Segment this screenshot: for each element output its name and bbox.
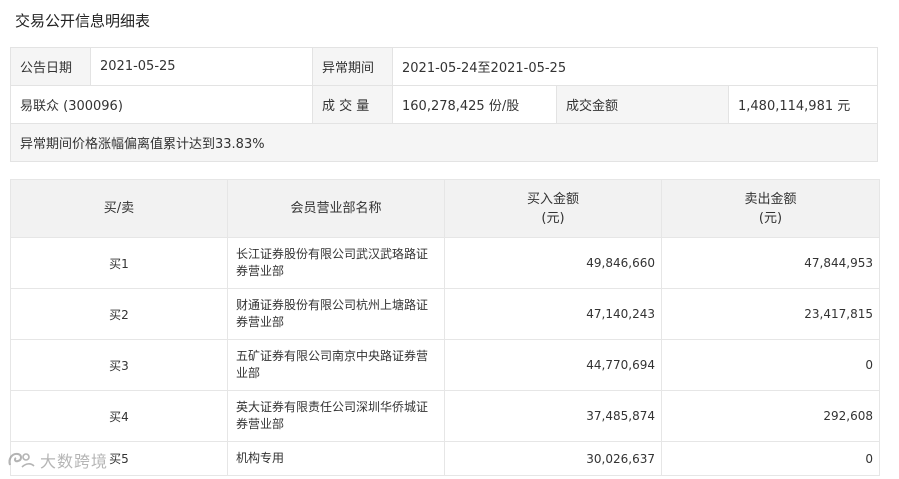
info-row-dates: 公告日期 2021-05-25 异常期间 2021-05-24至2021-05-… [11, 48, 877, 86]
row-side: 买5 [10, 441, 228, 476]
reason-text: 异常期间价格涨幅偏离值累计达到33.83% [11, 124, 877, 161]
info-panel: 公告日期 2021-05-25 异常期间 2021-05-24至2021-05-… [10, 47, 878, 162]
row-buy-amount: 49,846,660 [444, 237, 662, 289]
header-buy-amount-unit: (元) [541, 210, 565, 226]
header-sell-amount-line1: 卖出金额 [744, 191, 797, 207]
table-row: 买5 机构专用 30,026,637 0 [10, 441, 880, 476]
row-side: 买4 [10, 390, 228, 442]
header-buy-amount-line1: 买入金额 [526, 191, 579, 207]
amount-value: 1,480,114,981 元 [729, 86, 877, 123]
row-sell-amount: 292,608 [661, 390, 880, 442]
info-row-stats: 易联众 (300096) 成 交 量 160,278,425 份/股 成交金额 … [11, 86, 877, 124]
page-title: 交易公开信息明细表 [15, 12, 151, 30]
row-buy-amount: 30,026,637 [444, 441, 662, 476]
row-buy-amount: 44,770,694 [444, 339, 662, 391]
trade-detail-table: 买/卖 会员营业部名称 买入金额 (元) 卖出金额 (元) 买1 长江证券股份有… [10, 179, 880, 476]
table-row: 买2 财通证券股份有限公司杭州上塘路证券营业部 47,140,243 23,41… [10, 288, 880, 340]
row-sell-amount: 0 [661, 441, 880, 476]
announce-date-label: 公告日期 [11, 48, 91, 85]
volume-label: 成 交 量 [313, 86, 393, 123]
table-row: 买1 长江证券股份有限公司武汉武珞路证券营业部 49,846,660 47,84… [10, 237, 880, 289]
row-buy-amount: 47,140,243 [444, 288, 662, 340]
row-sell-amount: 0 [661, 339, 880, 391]
row-member: 财通证券股份有限公司杭州上塘路证券营业部 [227, 288, 445, 340]
header-side: 买/卖 [10, 179, 228, 238]
announce-date-value: 2021-05-25 [91, 48, 313, 85]
abnormal-period-value: 2021-05-24至2021-05-25 [393, 48, 877, 85]
header-sell-amount-unit: (元) [758, 210, 783, 226]
row-side: 买3 [10, 339, 228, 391]
stock-name: 易联众 (300096) [11, 86, 313, 123]
amount-label: 成交金额 [557, 86, 729, 123]
table-row: 买4 英大证券有限责任公司深圳华侨城证券营业部 37,485,874 292,6… [10, 390, 880, 442]
row-side: 买2 [10, 288, 228, 340]
header-sell-amount: 卖出金额 (元) [661, 179, 880, 238]
table-row: 买3 五矿证券有限公司南京中央路证券营业部 44,770,694 0 [10, 339, 880, 391]
row-buy-amount: 37,485,874 [444, 390, 662, 442]
info-row-reason: 异常期间价格涨幅偏离值累计达到33.83% [11, 124, 877, 161]
header-member: 会员营业部名称 [227, 179, 445, 238]
row-member: 英大证券有限责任公司深圳华侨城证券营业部 [227, 390, 445, 442]
row-member: 五矿证券有限公司南京中央路证券营业部 [227, 339, 445, 391]
row-member: 长江证券股份有限公司武汉武珞路证券营业部 [227, 237, 445, 289]
row-member: 机构专用 [227, 441, 445, 476]
abnormal-period-label: 异常期间 [313, 48, 393, 85]
volume-value: 160,278,425 份/股 [393, 86, 557, 123]
header-buy-amount: 买入金额 (元) [444, 179, 662, 238]
row-sell-amount: 23,417,815 [661, 288, 880, 340]
row-sell-amount: 47,844,953 [661, 237, 880, 289]
table-header-row: 买/卖 会员营业部名称 买入金额 (元) 卖出金额 (元) [10, 179, 880, 238]
row-side: 买1 [10, 237, 228, 289]
